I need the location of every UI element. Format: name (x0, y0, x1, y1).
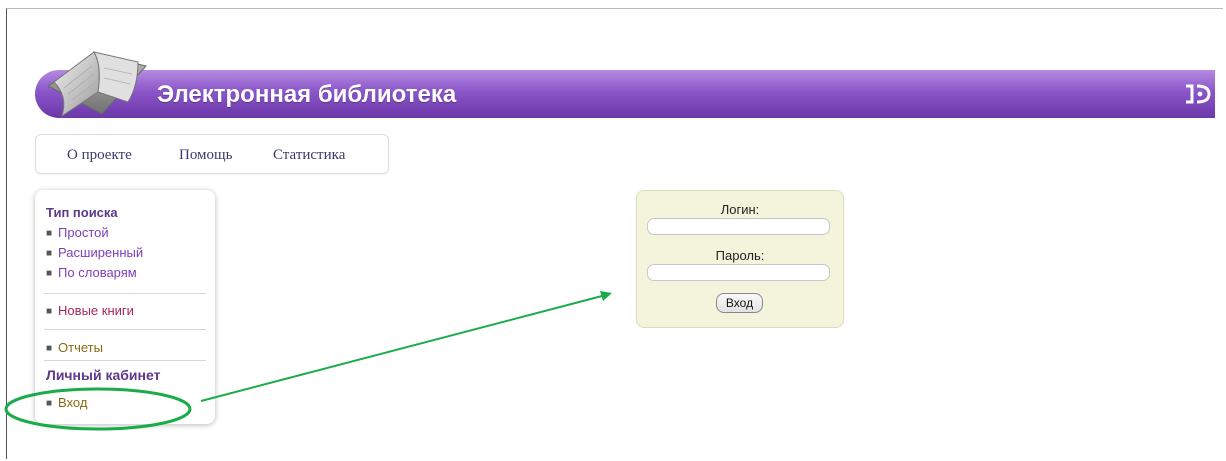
account-heading: Личный кабинет (46, 367, 161, 383)
bullet-icon: ■ (46, 228, 53, 239)
sidebar-item-reports[interactable]: ■ Отчеты (46, 340, 103, 355)
search-type-heading: Тип поиска (46, 205, 118, 220)
sidebar-item-dictionaries[interactable]: ■ По словарям (46, 265, 137, 280)
bullet-icon: ■ (46, 306, 53, 317)
sidebar-item-label: Вход (58, 395, 88, 410)
menu-item-about[interactable]: О проекте (67, 147, 132, 164)
divider (44, 329, 206, 330)
bullet-icon: ■ (46, 268, 53, 279)
sidebar-item-label: Простой (58, 225, 109, 240)
top-menu: О проекте Помощь Статистика (35, 134, 389, 174)
sidebar-item-label: По словарям (58, 265, 137, 280)
open-book-icon (47, 51, 147, 118)
site-title: Электронная библиотека (157, 81, 457, 108)
bullet-icon: ■ (46, 398, 53, 409)
sidebar-item-extended[interactable]: ■ Расширенный (46, 245, 143, 260)
password-input[interactable] (647, 264, 830, 281)
exit-icon[interactable] (1183, 79, 1215, 109)
login-label: Логин: (720, 202, 760, 217)
sidebar-item-new-books[interactable]: ■ Новые книги (46, 303, 134, 318)
sidebar-item-label: Новые книги (58, 303, 134, 318)
bullet-icon: ■ (46, 248, 53, 259)
sidebar: Тип поиска ■ Простой ■ Расширенный ■ По сло… (35, 190, 215, 424)
divider (44, 360, 206, 361)
bullet-icon: ■ (46, 343, 53, 354)
login-form: Логин: Пароль: Вход (636, 190, 844, 328)
menu-item-help[interactable]: Помощь (179, 147, 232, 164)
sidebar-item-simple[interactable]: ■ Простой (46, 225, 109, 240)
sidebar-item-label: Расширенный (58, 245, 144, 260)
password-label: Пароль: (715, 248, 765, 263)
menu-item-statistics[interactable]: Статистика (273, 147, 345, 164)
sidebar-item-login[interactable]: ■ Вход (46, 395, 87, 410)
sidebar-item-label: Отчеты (58, 340, 103, 355)
login-submit-button[interactable]: Вход (716, 293, 763, 313)
divider (44, 293, 206, 294)
login-input[interactable] (647, 218, 830, 235)
